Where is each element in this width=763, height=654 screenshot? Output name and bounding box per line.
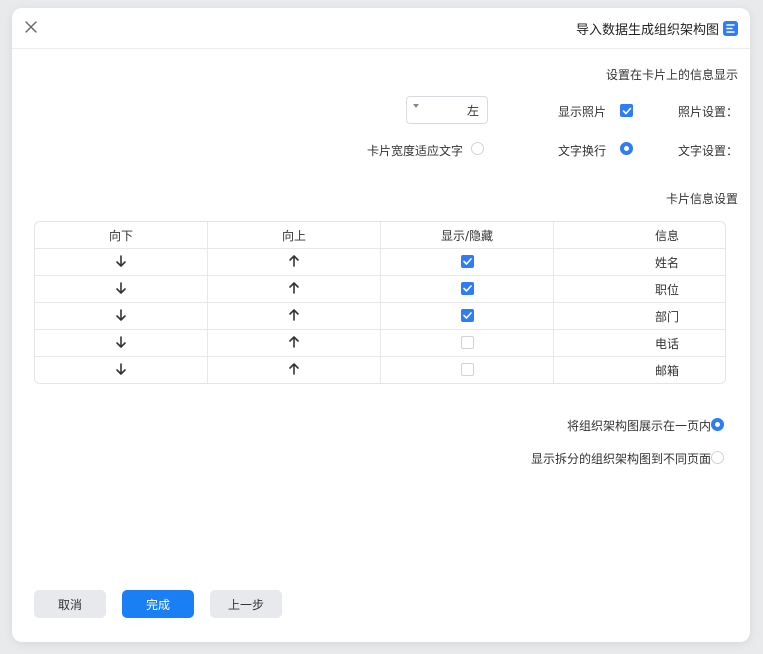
show-photo-checkbox[interactable] — [620, 104, 633, 117]
visibility-cell — [380, 356, 553, 383]
move-down-cell — [35, 356, 207, 383]
fit-card-width-label: 卡片宽度适应文字 — [367, 144, 464, 158]
cancel-button[interactable]: 取消 — [34, 590, 106, 618]
info-name-cell: 邮箱 — [553, 356, 725, 383]
arrow-up-icon[interactable] — [287, 362, 301, 379]
previous-button[interactable]: 上一步 — [210, 590, 282, 618]
move-up-cell — [207, 329, 380, 356]
split-pages-radio[interactable] — [711, 451, 724, 464]
arrow-up-icon[interactable] — [287, 308, 301, 325]
dialog-title-group: 导入数据生成组织架构图 — [576, 18, 738, 38]
column-header-visibility: 显示/隐藏 — [380, 222, 553, 248]
arrow-down-icon[interactable] — [114, 254, 128, 271]
visibility-checkbox[interactable] — [460, 336, 474, 349]
dialog-header: 导入数据生成组织架构图 — [12, 8, 750, 49]
visibility-cell — [380, 275, 553, 302]
arrow-down-icon[interactable] — [114, 308, 128, 325]
visibility-checkbox[interactable] — [460, 282, 474, 295]
check-icon — [622, 107, 631, 114]
display-section-heading: 设置在卡片上的信息显示 — [605, 68, 738, 82]
wrap-text-label: 文字换行 — [558, 144, 607, 158]
photo-settings-label: 照片设置： — [677, 105, 738, 119]
finish-button[interactable]: 完成 — [122, 590, 194, 618]
fit-card-width-radio[interactable] — [471, 142, 484, 155]
move-down-cell — [35, 275, 207, 302]
import-org-chart-dialog: 导入数据生成组织架构图 设置在卡片上的信息显示 照片设置： 显示照片 左 文字设… — [12, 8, 750, 642]
visibility-checkbox[interactable] — [460, 363, 474, 376]
table-row: 邮箱 — [35, 356, 725, 383]
visibility-cell — [380, 329, 553, 356]
info-name-cell: 电话 — [553, 329, 725, 356]
arrow-up-icon[interactable] — [287, 254, 301, 271]
info-name-cell: 姓名 — [553, 248, 725, 275]
column-header-up: 向上 — [207, 222, 380, 248]
card-info-heading: 卡片信息设置 — [665, 192, 738, 206]
move-down-cell — [35, 302, 207, 329]
visibility-checkbox[interactable] — [460, 309, 474, 322]
show-photo-label: 显示照片 — [558, 105, 607, 119]
arrow-down-icon[interactable] — [114, 281, 128, 298]
dialog-title: 导入数据生成组织架构图 — [575, 22, 719, 38]
photo-position-select[interactable]: 左 — [406, 96, 488, 124]
text-settings-label: 文字设置： — [677, 144, 738, 158]
info-name-cell: 部门 — [553, 302, 725, 329]
column-header-info: 信息 — [553, 222, 725, 248]
visibility-cell — [380, 302, 553, 329]
dropdown-caret-icon — [413, 104, 419, 108]
split-pages-label: 显示拆分的组织架构图到不同页面 — [530, 452, 711, 466]
move-up-cell — [207, 275, 380, 302]
arrow-up-icon[interactable] — [287, 335, 301, 352]
table-header-row: 向下 向上 显示/隐藏 信息 — [35, 222, 725, 248]
single-page-label: 将组织架构图展示在一页内 — [566, 419, 711, 433]
wrap-text-radio[interactable] — [620, 142, 633, 155]
arrow-up-icon[interactable] — [287, 281, 301, 298]
table-row: 电话 — [35, 329, 725, 356]
move-up-cell — [207, 248, 380, 275]
move-down-cell — [35, 329, 207, 356]
move-up-cell — [207, 356, 380, 383]
card-info-table: 向下 向上 显示/隐藏 信息 姓名 职位 部门 电话 邮箱 — [34, 221, 726, 384]
visibility-checkbox[interactable] — [460, 255, 474, 268]
arrow-down-icon[interactable] — [114, 335, 128, 352]
close-icon[interactable] — [22, 18, 40, 36]
move-up-cell — [207, 302, 380, 329]
column-header-down: 向下 — [108, 228, 133, 243]
table-row: 部门 — [35, 302, 725, 329]
move-down-cell — [35, 248, 207, 275]
arrow-down-icon[interactable] — [114, 362, 128, 379]
app-logo-icon — [723, 20, 738, 36]
table-row: 职位 — [35, 275, 725, 302]
visibility-cell — [380, 248, 553, 275]
table-row: 姓名 — [35, 248, 725, 275]
single-page-radio[interactable] — [711, 418, 724, 431]
info-name-cell: 职位 — [553, 275, 725, 302]
photo-position-value: 左 — [466, 104, 479, 118]
